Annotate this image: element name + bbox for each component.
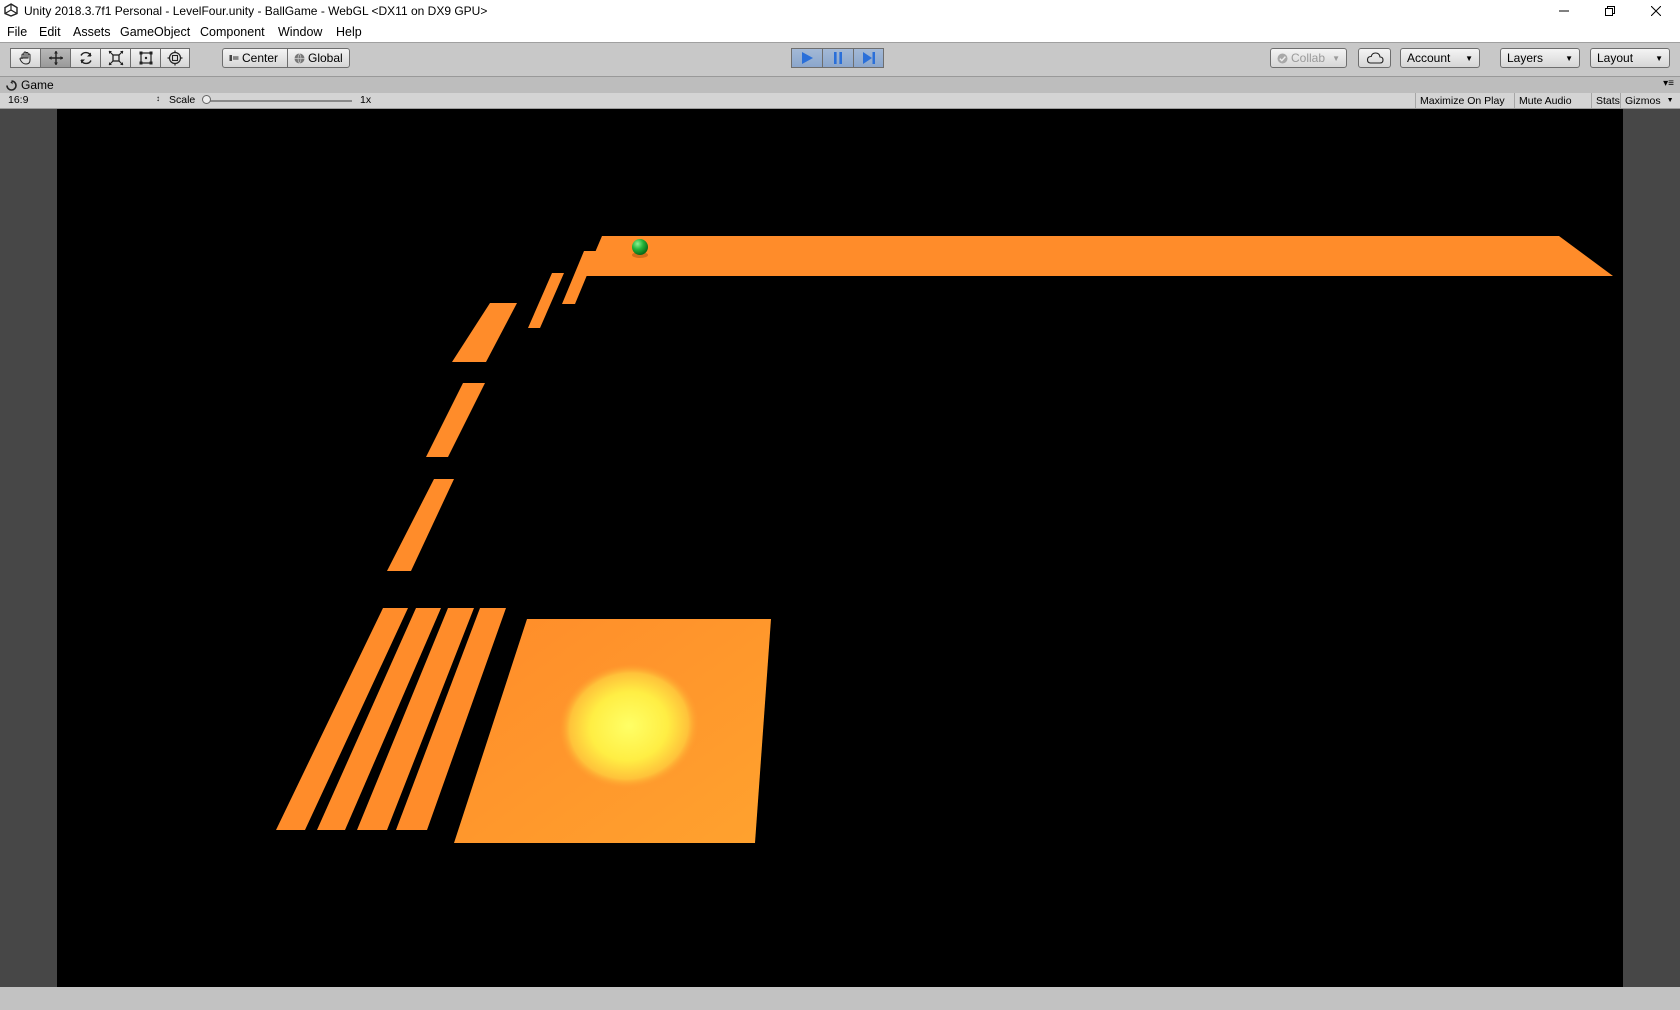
tab-options-icon[interactable]: ▾≡ [1663,78,1674,89]
menu-component[interactable]: Component [200,25,265,39]
maximize-on-play-toggle[interactable]: Maximize On Play [1415,93,1509,108]
move-tool-icon [48,51,63,65]
transform-tools [10,48,190,68]
menu-window[interactable]: Window [278,25,322,39]
chevron-down-icon: ▼ [1655,53,1663,63]
cloud-icon [1366,52,1384,64]
game-controller-icon [6,79,17,91]
platform-strip [452,303,517,362]
scale-tool-button[interactable] [100,48,130,68]
menu-gameobject[interactable]: GameObject [120,25,190,39]
close-button[interactable] [1633,0,1679,22]
gizmos-dropdown[interactable]: Gizmos ▼ [1620,93,1678,108]
platform-strip [426,383,485,457]
playback-controls [791,48,884,68]
layers-label: Layers [1507,51,1544,65]
layout-dropdown[interactable]: Layout ▼ [1590,48,1670,68]
window-title: Unity 2018.3.7f1 Personal - LevelFour.un… [24,4,488,18]
pause-button[interactable] [822,48,853,68]
hand-tool-button[interactable] [10,48,40,68]
collab-dropdown[interactable]: Collab ▼ [1270,48,1347,68]
stats-toggle[interactable]: Stats [1591,93,1624,108]
aspect-ratio-label: 16:9 [8,94,29,106]
check-icon [1277,53,1288,63]
tab-game[interactable]: Game [6,77,54,93]
move-tool-button[interactable] [40,48,70,68]
tab-game-label: Game [21,78,54,92]
chevron-down-icon: ▼ [1465,53,1473,63]
scale-tool-icon [108,50,123,66]
game-view-area [0,109,1680,987]
step-button[interactable] [853,48,884,68]
minimize-icon [1559,10,1569,12]
rotate-tool-icon [79,51,92,65]
transform-tool-button[interactable] [160,48,190,68]
scale-slider-track[interactable] [206,100,352,102]
globe-icon [294,52,305,64]
rotate-tool-button[interactable] [70,48,100,68]
game-view-controlbar: 16:9 ↕ Scale 1x Maximize On Play Mute Au… [0,93,1680,109]
aspect-ratio-dropdown[interactable]: 16:9 ↕ [8,94,160,107]
platform-strip [387,479,454,571]
account-dropdown[interactable]: Account ▼ [1400,48,1480,68]
game-scene [276,236,1613,843]
mute-audio-toggle[interactable]: Mute Audio [1514,93,1576,108]
pause-icon [834,52,842,64]
platform-long [585,236,1613,276]
menu-bar: File Edit Assets GameObject Component Wi… [0,22,1680,43]
status-bar [0,987,1680,1010]
rect-tool-icon [139,51,152,65]
layout-label: Layout [1597,51,1634,65]
unity-logo-icon [4,3,18,17]
game-viewport[interactable] [57,109,1623,987]
mute-audio-label: Mute Audio [1519,94,1572,107]
menu-help[interactable]: Help [336,25,362,39]
rect-tool-button[interactable] [130,48,160,68]
player-ball [632,239,648,255]
layers-dropdown[interactable]: Layers ▼ [1500,48,1580,68]
pivot-space-toggles: Center Global [222,48,350,68]
chevron-down-icon: ▼ [1666,97,1674,104]
close-icon [1651,6,1661,16]
pivot-center-button[interactable]: Center [222,48,287,68]
game-tab-strip: Game ▾≡ [0,77,1680,93]
step-icon [862,52,875,64]
scale-label: Scale [169,94,196,106]
space-global-label: Global [308,51,343,65]
account-label: Account [1407,51,1451,65]
platform-strip [562,251,597,304]
restore-icon [1605,6,1615,16]
play-icon [802,52,813,64]
minimize-button[interactable] [1541,0,1587,22]
pivot-center-icon [229,55,239,61]
chevron-down-icon: ▼ [1332,53,1340,63]
updown-caret-icon: ↕ [156,94,160,103]
gizmos-label: Gizmos [1625,94,1661,107]
maximize-on-play-label: Maximize On Play [1420,94,1505,107]
space-global-button[interactable]: Global [287,48,350,68]
menu-edit[interactable]: Edit [39,25,61,39]
chevron-down-icon: ▼ [1565,53,1573,63]
menu-assets[interactable]: Assets [73,25,111,39]
transform-tool-icon [167,50,183,66]
pivot-center-label: Center [242,51,279,65]
play-button[interactable] [791,48,822,68]
main-toolbar: Center Global Collab ▼ Account ▼ Layers … [0,43,1680,77]
scale-value: 1x [360,94,372,106]
stats-label: Stats [1596,94,1620,107]
platform-strip [528,273,564,328]
hand-tool-icon [18,51,30,65]
cloud-button[interactable] [1358,48,1391,68]
restore-button[interactable] [1587,0,1633,22]
menu-file[interactable]: File [7,25,27,39]
collab-label: Collab [1291,51,1326,65]
window-titlebar: Unity 2018.3.7f1 Personal - LevelFour.un… [0,0,1680,22]
scale-slider-thumb[interactable] [202,95,211,104]
